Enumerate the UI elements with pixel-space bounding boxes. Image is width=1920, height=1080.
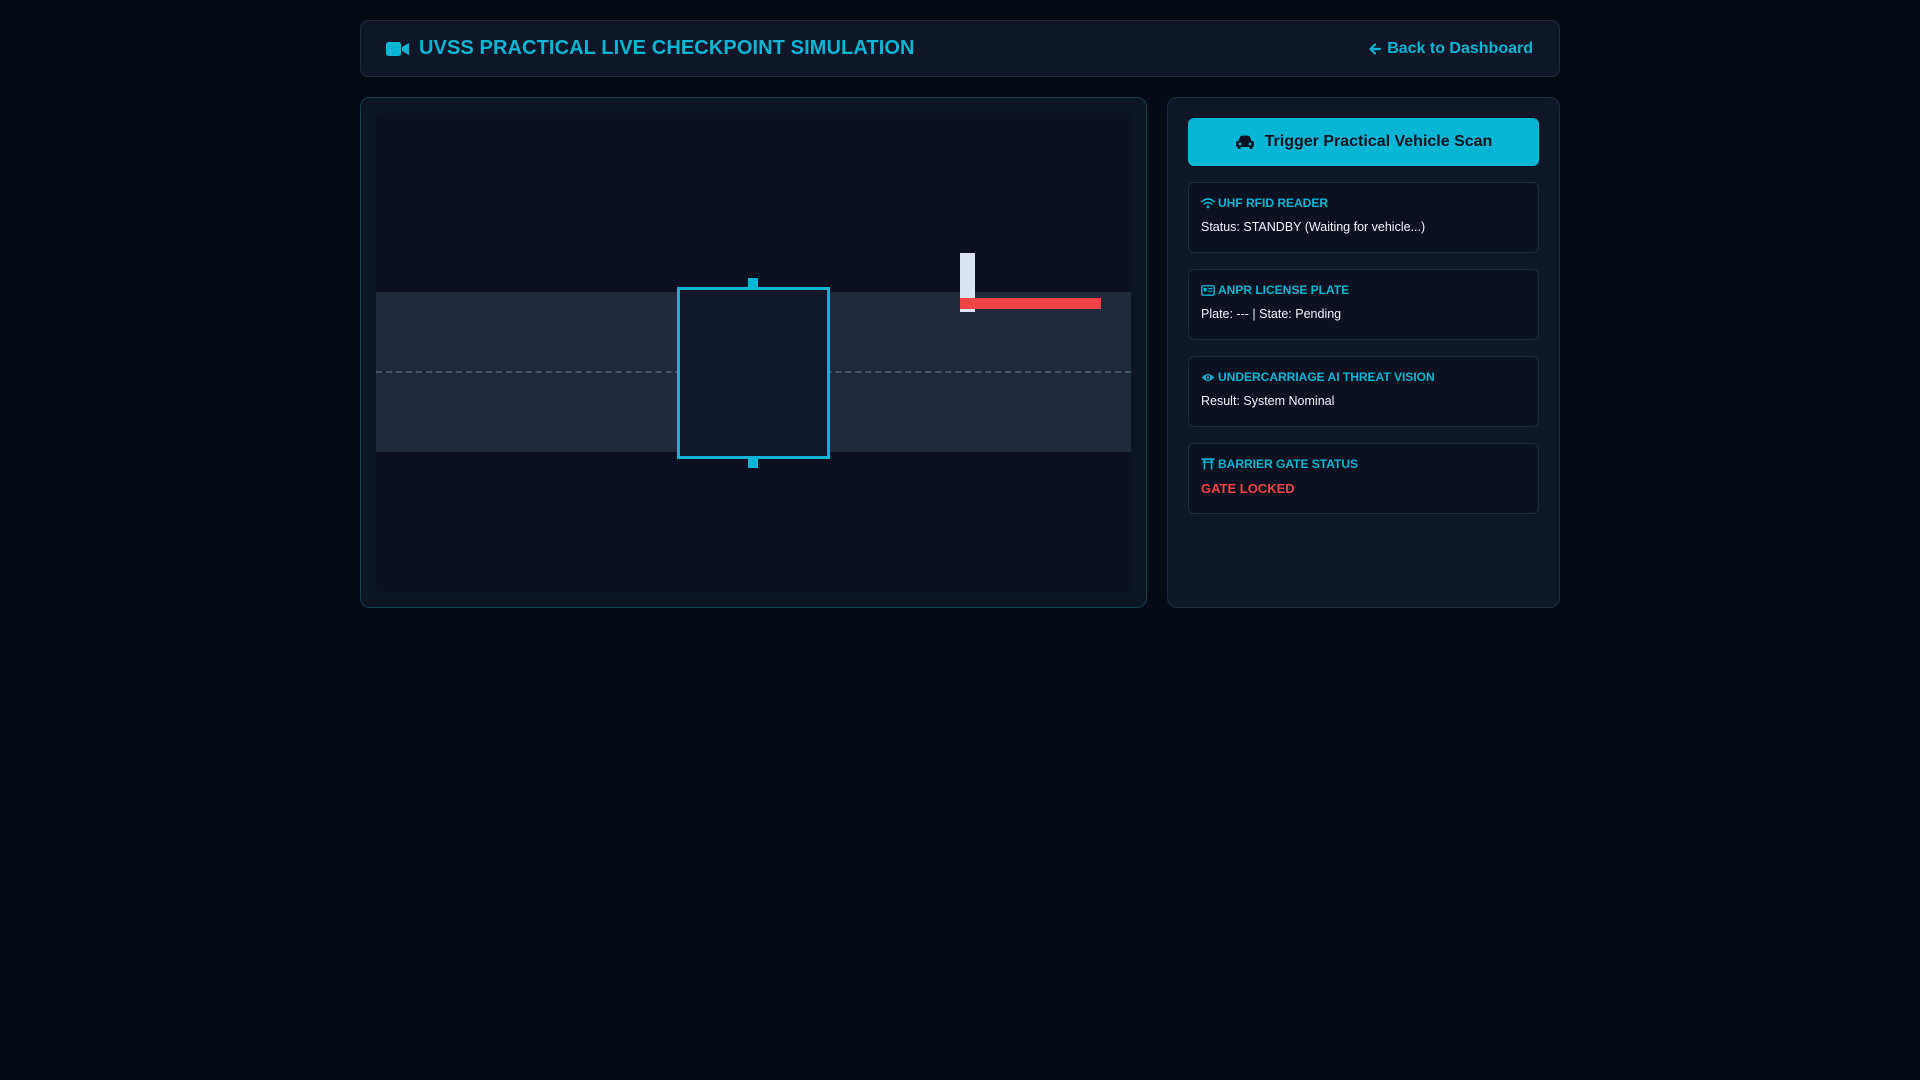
- gate-status-text: GATE LOCKED: [1201, 481, 1295, 496]
- control-sidebar: Trigger Practical Vehicle Scan UHF RFID …: [1167, 97, 1560, 608]
- page-title-text: UVSS PRACTICAL LIVE CHECKPOINT SIMULATIO…: [419, 37, 915, 59]
- anpr-plate-title: ANPR LICENSE PLATE: [1218, 283, 1350, 297]
- scanner-sensor-top: [748, 278, 758, 287]
- rfid-status-text: Status: STANDBY (Waiting for vehicle...): [1201, 220, 1426, 234]
- page-container: UVSS PRACTICAL LIVE CHECKPOINT SIMULATIO…: [360, 20, 1560, 608]
- back-to-dashboard-link[interactable]: Back to Dashboard: [1368, 40, 1533, 58]
- page-header: UVSS PRACTICAL LIVE CHECKPOINT SIMULATIO…: [360, 20, 1560, 77]
- arrow-left-icon: [1368, 42, 1382, 56]
- threat-vision-title: UNDERCARRIAGE AI THREAT VISION: [1218, 370, 1435, 384]
- trigger-scan-button[interactable]: Trigger Practical Vehicle Scan: [1188, 118, 1539, 166]
- threat-vision-text: Result: System Nominal: [1201, 394, 1335, 408]
- simulation-canvas: [376, 113, 1131, 592]
- id-card-icon: [1201, 284, 1215, 296]
- car-icon: [1235, 134, 1255, 150]
- content-row: Trigger Practical Vehicle Scan UHF RFID …: [360, 97, 1560, 608]
- trigger-scan-label: Trigger Practical Vehicle Scan: [1264, 133, 1493, 150]
- eye-icon: [1201, 372, 1215, 383]
- rfid-reader-title: UHF RFID READER: [1218, 196, 1328, 210]
- barrier-gate-arm: [960, 298, 1101, 309]
- barrier-gate-card: BARRIER GATE STATUS GATE LOCKED: [1188, 443, 1539, 514]
- anpr-plate-card: ANPR LICENSE PLATE Plate: --- | State: P…: [1188, 269, 1539, 340]
- rfid-reader-card: UHF RFID READER Status: STANDBY (Waiting…: [1188, 182, 1539, 253]
- simulation-panel: [360, 97, 1147, 608]
- page-title: UVSS PRACTICAL LIVE CHECKPOINT SIMULATIO…: [386, 37, 915, 60]
- wifi-icon: [1201, 197, 1215, 209]
- scanner-sensor-bottom: [748, 459, 758, 468]
- anpr-plate-text: Plate: --- | State: Pending: [1201, 307, 1342, 321]
- barrier-gate-title: BARRIER GATE STATUS: [1218, 457, 1358, 471]
- video-camera-icon: [386, 41, 409, 57]
- torii-gate-icon: [1201, 458, 1215, 470]
- back-link-label: Back to Dashboard: [1387, 39, 1533, 57]
- threat-vision-card: UNDERCARRIAGE AI THREAT VISION Result: S…: [1188, 356, 1539, 427]
- uvss-scanner-bay: [677, 287, 830, 459]
